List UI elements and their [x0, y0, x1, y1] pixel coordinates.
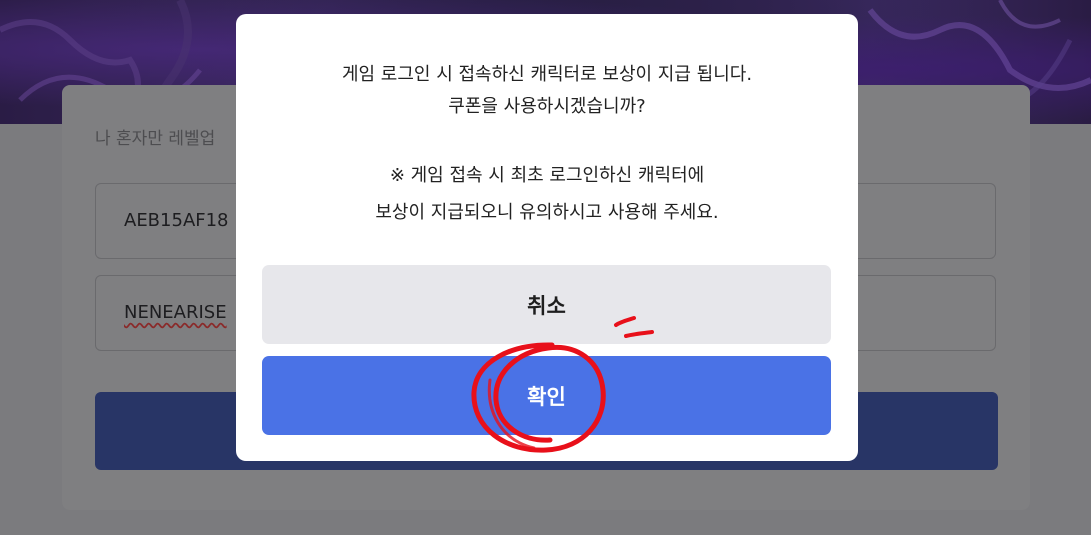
- coupon-description: 나 혼자만 레벨업: [95, 129, 216, 149]
- cancel-button[interactable]: 취소: [262, 265, 831, 344]
- confirm-dialog: 게임 로그인 시 접속하신 캐릭터로 보상이 지급 됩니다. 쿠폰을 사용하시겠…: [236, 14, 858, 461]
- dialog-message-line1: 게임 로그인 시 접속하신 캐릭터로 보상이 지급 됩니다.: [341, 64, 753, 85]
- dialog-notice-line2: 보상이 지급되오니 유의하시고 사용해 주세요.: [375, 202, 719, 223]
- confirm-button[interactable]: 확인: [262, 356, 831, 435]
- dialog-notice-line1: ※ 게임 접속 시 최초 로그인하신 캐릭터에: [389, 165, 705, 186]
- character-name-value: NENEARISE: [124, 302, 227, 323]
- dialog-message-line2: 쿠폰을 사용하시겠습니까?: [448, 96, 646, 117]
- coupon-code-value: AEB15AF18: [124, 210, 229, 231]
